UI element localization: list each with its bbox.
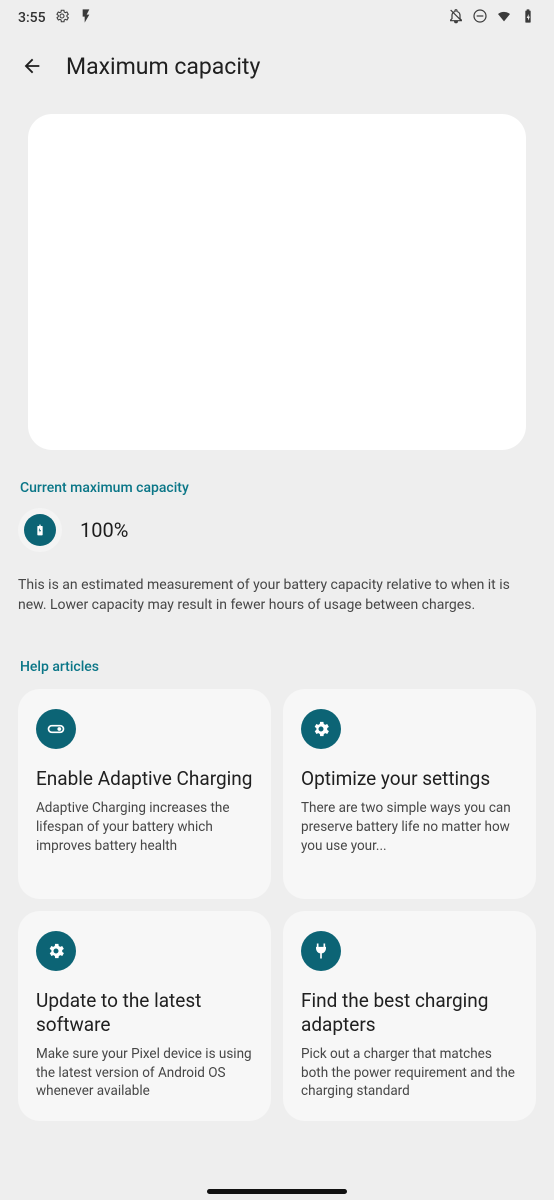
content: Current maximum capacity 100% This is an… [0,114,554,1121]
do-not-disturb-icon [472,8,488,28]
help-card-title: Find the best charging adapters [301,989,518,1037]
illustration-card [28,114,526,450]
toggle-icon [36,709,76,749]
help-card-title: Optimize your settings [301,767,518,791]
gear-icon [54,8,70,28]
help-card-title: Update to the latest software [36,989,253,1037]
help-card-grid: Enable Adaptive Charging Adaptive Chargi… [18,689,536,1121]
capacity-row: 100% [18,508,536,552]
status-left: 3:55 [18,8,94,28]
help-card-adaptive-charging[interactable]: Enable Adaptive Charging Adaptive Chargi… [18,689,271,899]
help-card-desc: Adaptive Charging increases the lifespan… [36,799,253,856]
capacity-description: This is an estimated measurement of your… [18,576,536,615]
navigation-bar[interactable] [0,1189,554,1194]
help-section-label: Help articles [20,659,536,675]
help-card-desc: There are two simple ways you can preser… [301,799,518,856]
battery-charging-icon [520,8,536,28]
status-right [448,8,536,28]
gear-icon [301,709,341,749]
help-card-desc: Pick out a charger that matches both the… [301,1045,518,1102]
bolt-icon [78,8,94,28]
home-handle-icon [207,1189,347,1194]
arrow-back-icon [21,55,43,77]
gear-icon [36,931,76,971]
notifications-off-icon [448,8,464,28]
help-card-desc: Make sure your Pixel device is using the… [36,1045,253,1102]
battery-swap-icon [24,514,56,546]
capacity-icon-bg [18,508,62,552]
app-bar: Maximum capacity [0,36,554,96]
status-time: 3:55 [18,10,46,26]
page-title: Maximum capacity [66,53,260,80]
help-card-title: Enable Adaptive Charging [36,767,253,791]
help-card-charging-adapters[interactable]: Find the best charging adapters Pick out… [283,911,536,1121]
status-bar: 3:55 [0,0,554,36]
plug-icon [301,931,341,971]
help-card-update-software[interactable]: Update to the latest software Make sure … [18,911,271,1121]
back-button[interactable] [20,54,44,78]
capacity-section-label: Current maximum capacity [20,480,536,496]
wifi-icon [496,8,512,28]
help-card-optimize-settings[interactable]: Optimize your settings There are two sim… [283,689,536,899]
capacity-value: 100% [80,518,128,542]
